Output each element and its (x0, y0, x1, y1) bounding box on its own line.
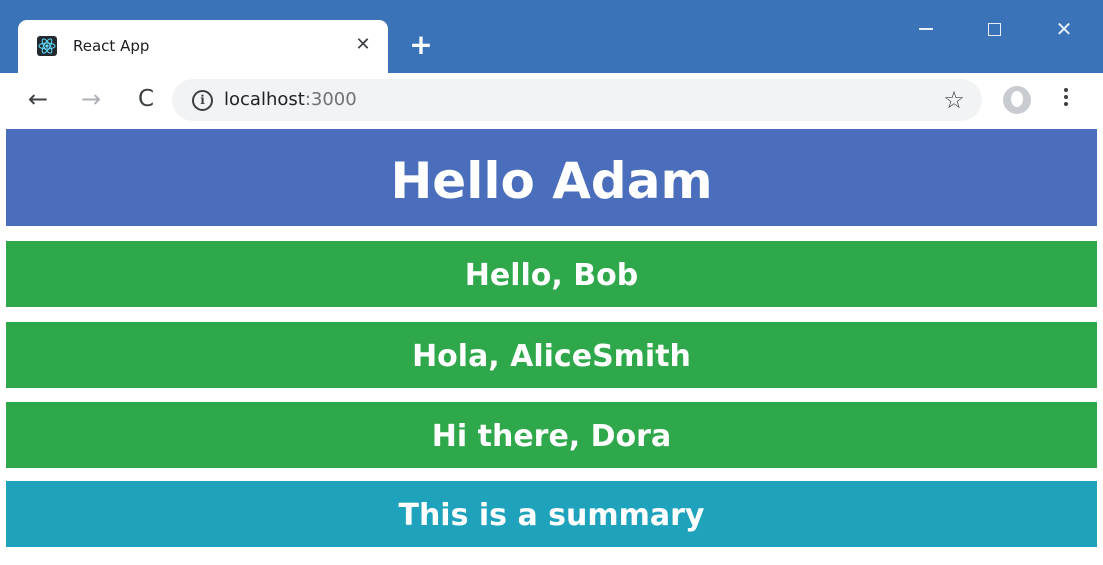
minimize-icon (919, 28, 933, 30)
kebab-menu-icon[interactable] (1056, 85, 1076, 115)
react-logo-icon (37, 36, 57, 56)
forward-arrow-icon[interactable]: → (75, 83, 107, 115)
message-row: Hello, Bob (6, 241, 1097, 307)
message-row: Hi there, Dora (6, 402, 1097, 468)
site-info-icon[interactable]: i (192, 90, 213, 111)
maximize-icon (987, 22, 1001, 36)
reload-icon[interactable]: C (130, 83, 162, 115)
window-close-button[interactable]: ✕ (1044, 12, 1084, 46)
tab-close-icon[interactable]: ✕ (352, 34, 374, 56)
title-bar: React App ✕ + ✕ (0, 0, 1103, 73)
browser-toolbar: ← → C i localhost:3000 ☆ (0, 73, 1103, 129)
greeting-header: Hello Adam (6, 129, 1097, 226)
bookmark-star-icon[interactable]: ☆ (940, 86, 968, 114)
address-bar[interactable]: i localhost:3000 ☆ (172, 79, 982, 121)
maximize-button[interactable] (974, 12, 1014, 46)
tab-react-app[interactable]: React App ✕ (18, 20, 388, 73)
profile-avatar-icon[interactable] (1003, 86, 1031, 114)
url-text[interactable]: localhost:3000 (224, 89, 357, 111)
page-viewport: Hello Adam Hello, Bob Hola, AliceSmith H… (6, 129, 1097, 565)
back-arrow-icon[interactable]: ← (22, 83, 54, 115)
tab-title: React App (73, 37, 150, 55)
url-host: localhost (224, 89, 305, 110)
browser-window: React App ✕ + ✕ ← → C i localhost:3000 ☆ (0, 0, 1103, 565)
url-port: :3000 (304, 89, 357, 110)
summary-bar: This is a summary (6, 481, 1097, 547)
message-row: Hola, AliceSmith (6, 322, 1097, 388)
new-tab-button[interactable]: + (405, 29, 437, 61)
minimize-button[interactable] (906, 12, 946, 46)
